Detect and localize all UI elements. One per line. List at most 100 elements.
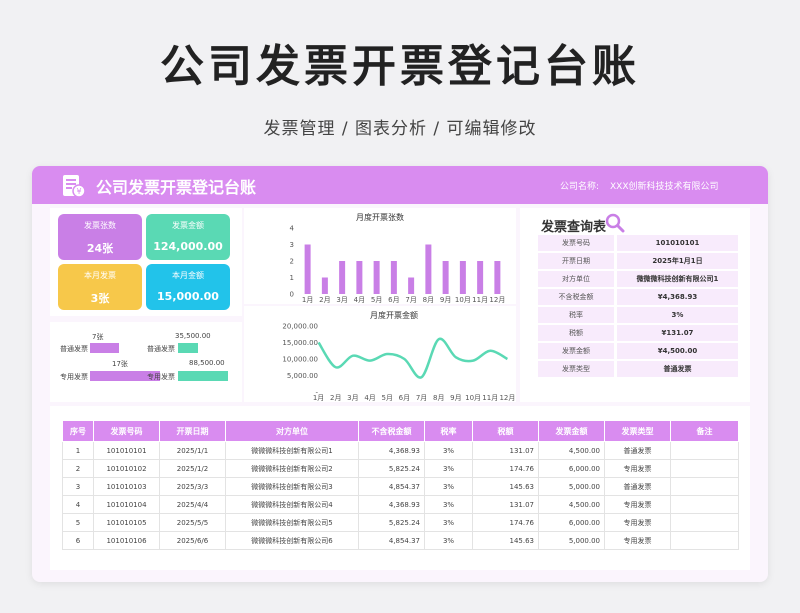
table-cell[interactable]: 131.07 xyxy=(472,441,539,460)
table-cell[interactable]: 专用发票 xyxy=(604,459,671,478)
table-body: 1 101010101 2025/1/1 微微微科技创新有限公司1 4,368.93 3%… xyxy=(62,441,739,550)
query-row: 税率 3% xyxy=(538,307,738,324)
table-cell[interactable]: 2 xyxy=(62,459,94,478)
table-cell[interactable]: 2025/6/6 xyxy=(159,531,226,550)
invoice-icon: ¥ xyxy=(63,175,86,198)
table-cell[interactable]: 4,500.00 xyxy=(538,441,605,460)
table-cell[interactable]: 5,000.00 xyxy=(538,531,605,550)
table-cell[interactable]: 4 xyxy=(62,495,94,514)
table-cell[interactable]: 2025/3/3 xyxy=(159,477,226,496)
query-row: 对方单位 微微微科技创新有限公司1 xyxy=(538,271,738,288)
table-cell[interactable] xyxy=(670,459,739,478)
query-title: 发票查询表 xyxy=(541,220,607,235)
table-cell[interactable]: 5,825.24 xyxy=(358,459,425,478)
y-tick-label: 5,000.00 xyxy=(287,372,318,380)
table-cell[interactable]: 2025/4/4 xyxy=(159,495,226,514)
table-cell[interactable]: 174.76 xyxy=(472,513,539,532)
table-cell[interactable]: 微微微科技创新有限公司3 xyxy=(225,477,359,496)
table-cell[interactable]: 145.63 xyxy=(472,531,539,550)
normal-count-bar xyxy=(90,343,119,353)
table-cell[interactable]: 3% xyxy=(424,513,473,532)
table-cell[interactable]: 101010105 xyxy=(93,513,160,532)
table-cell[interactable]: 微微微科技创新有限公司2 xyxy=(225,459,359,478)
sheet-title: 公司发票开票登记台账 xyxy=(96,178,257,197)
table-cell[interactable]: 101010104 xyxy=(93,495,160,514)
bar xyxy=(339,261,346,294)
table-cell[interactable]: 131.07 xyxy=(472,495,539,514)
stat-value: 15,000.00 xyxy=(157,290,219,303)
query-key: 不含税金额 xyxy=(538,289,614,305)
table-cell[interactable]: 专用发票 xyxy=(604,531,671,550)
table-cell[interactable]: 5 xyxy=(62,513,94,532)
table-cell[interactable]: 6 xyxy=(62,531,94,550)
table-cell[interactable]: 3% xyxy=(424,495,473,514)
table-cell[interactable]: 3% xyxy=(424,441,473,460)
x-tick-label: 6月 xyxy=(399,394,410,402)
table-cell[interactable]: 4,368.93 xyxy=(358,495,425,514)
table-cell[interactable] xyxy=(670,477,739,496)
x-tick-label: 12月 xyxy=(489,296,505,304)
table-cell[interactable]: 3% xyxy=(424,459,473,478)
query-key: 对方单位 xyxy=(538,271,614,287)
table-cell[interactable]: 2025/1/2 xyxy=(159,459,226,478)
ledger-table: 序号 发票号码 开票日期 对方单位 不含税金额 税率 税额 发票金额 发票类型 备注 1 10101… xyxy=(62,420,739,550)
bar xyxy=(304,244,311,294)
table-cell[interactable]: 145.63 xyxy=(472,477,539,496)
x-tick-label: 2月 xyxy=(330,394,341,402)
search-icon[interactable] xyxy=(605,213,625,233)
stat-label: 发票金额 xyxy=(172,221,204,230)
table-row: 3 101010103 2025/3/3 微微微科技创新有限公司3 4,854.37 3%… xyxy=(62,477,739,496)
table-cell[interactable]: 微微微科技创新有限公司4 xyxy=(225,495,359,514)
table-cell[interactable]: 普通发票 xyxy=(604,477,671,496)
table-cell[interactable] xyxy=(670,441,739,460)
table-cell[interactable]: 174.76 xyxy=(472,459,539,478)
table-cell[interactable]: 101010101 xyxy=(93,441,160,460)
table-cell[interactable]: 1 xyxy=(62,441,94,460)
table-cell[interactable]: 4,854.37 xyxy=(358,477,425,496)
query-row: 发票号码 101010101 xyxy=(538,235,738,252)
bar xyxy=(373,261,380,294)
table-row: 4 101010104 2025/4/4 微微微科技创新有限公司4 4,368.93 3%… xyxy=(62,495,739,514)
chart-title: 月度开票张数 xyxy=(356,212,404,222)
column-header: 开票日期 xyxy=(159,420,226,442)
table-cell[interactable]: 5,000.00 xyxy=(538,477,605,496)
table-cell[interactable] xyxy=(670,531,739,550)
stat-month-count: 本月发票 3张 xyxy=(58,264,142,310)
table-cell[interactable]: 微微微科技创新有限公司1 xyxy=(225,441,359,460)
table-cell[interactable]: 4,368.93 xyxy=(358,441,425,460)
table-cell[interactable]: 6,000.00 xyxy=(538,459,605,478)
query-value: 微微微科技创新有限公司1 xyxy=(617,271,738,287)
x-tick-label: 2月 xyxy=(319,296,330,304)
table-cell[interactable]: 6,000.00 xyxy=(538,513,605,532)
x-tick-label: 12月 xyxy=(499,394,515,402)
table-cell[interactable]: 专用发票 xyxy=(604,513,671,532)
table-cell[interactable]: 4,854.37 xyxy=(358,531,425,550)
table-cell[interactable]: 微微微科技创新有限公司6 xyxy=(225,531,359,550)
normal-type-label-2: 普通发票 xyxy=(147,345,175,353)
table-cell[interactable] xyxy=(670,495,739,514)
stat-month-amount: 本月金额 15,000.00 xyxy=(146,264,230,310)
table-cell[interactable]: 普通发票 xyxy=(604,441,671,460)
table-cell[interactable]: 2025/1/1 xyxy=(159,441,226,460)
table-cell[interactable]: 3 xyxy=(62,477,94,496)
table-cell[interactable]: 4,500.00 xyxy=(538,495,605,514)
table-cell[interactable]: 5,825.24 xyxy=(358,513,425,532)
table-cell[interactable]: 3% xyxy=(424,477,473,496)
stat-invoice-count: 发票张数 24张 xyxy=(58,214,142,260)
table-cell[interactable]: 3% xyxy=(424,531,473,550)
table-row: 6 101010106 2025/6/6 微微微科技创新有限公司6 4,854.37 3%… xyxy=(62,531,739,550)
query-value[interactable]: 101010101 xyxy=(617,235,738,251)
query-value: 2025年1月1日 xyxy=(617,253,738,269)
page-subtitle: 发票管理 / 图表分析 / 可编辑修改 xyxy=(263,119,537,139)
table-cell[interactable]: 微微微科技创新有限公司5 xyxy=(225,513,359,532)
table-cell[interactable]: 101010103 xyxy=(93,477,160,496)
query-row: 税额 ¥131.07 xyxy=(538,325,738,342)
table-cell[interactable] xyxy=(670,513,739,532)
table-cell[interactable]: 101010102 xyxy=(93,459,160,478)
table-cell[interactable]: 专用发票 xyxy=(604,495,671,514)
table-cell[interactable]: 101010106 xyxy=(93,531,160,550)
stat-label: 发票张数 xyxy=(84,221,116,230)
table-cell[interactable]: 2025/5/5 xyxy=(159,513,226,532)
x-tick-label: 5月 xyxy=(382,394,393,402)
special-count-label: 17张 xyxy=(112,360,128,368)
